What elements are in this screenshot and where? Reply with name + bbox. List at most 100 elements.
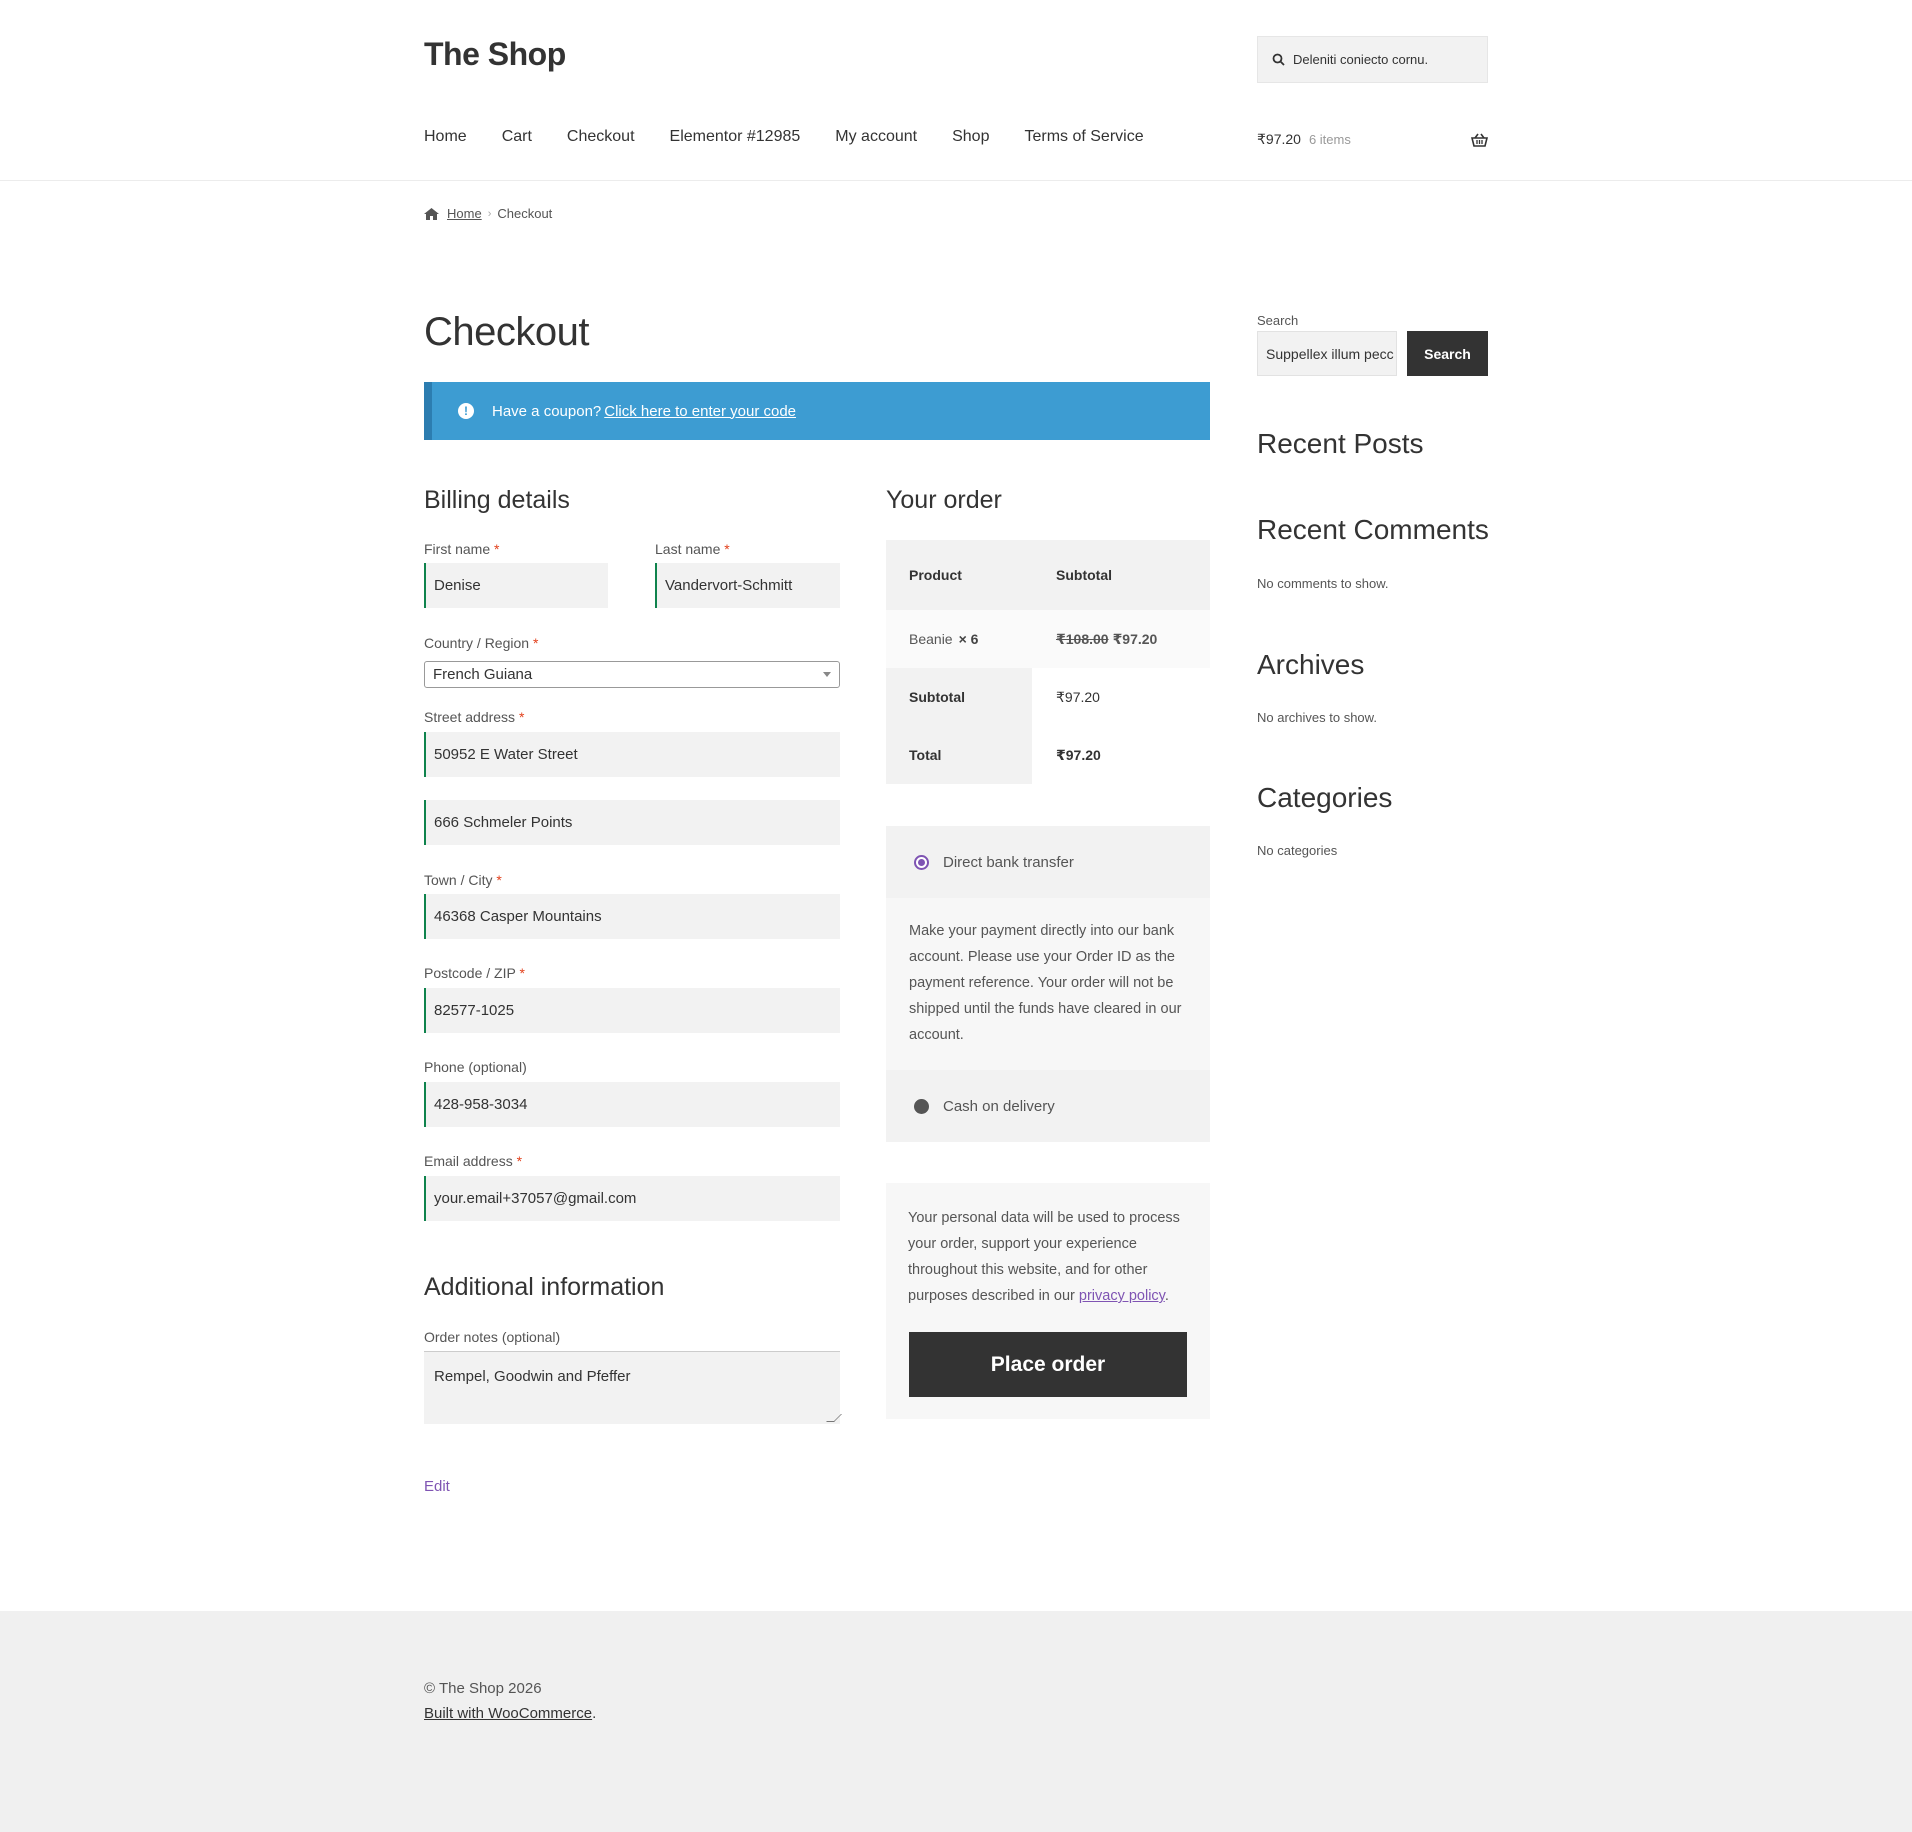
required-mark: * bbox=[518, 709, 525, 725]
your-order-title: Your order bbox=[886, 486, 1002, 514]
no-archives-text: No archives to show. bbox=[1257, 710, 1377, 725]
last-name-label-text: Last name bbox=[655, 541, 721, 557]
archives-title: Archives bbox=[1257, 649, 1365, 680]
required-mark: * bbox=[519, 965, 525, 981]
privacy-policy-link[interactable]: privacy policy bbox=[1079, 1288, 1165, 1304]
header-divider bbox=[0, 180, 1912, 181]
nav-elementor[interactable]: Elementor #12985 bbox=[670, 128, 801, 146]
required-mark: * bbox=[516, 1153, 523, 1169]
item-price: ₹97.20 bbox=[1112, 630, 1158, 647]
nav-terms[interactable]: Terms of Service bbox=[1024, 128, 1143, 146]
phone-value: 428-958-3034 bbox=[434, 1096, 528, 1113]
footer-built-end: . bbox=[592, 1705, 597, 1722]
last-name-value: Vandervort-Schmitt bbox=[665, 577, 793, 594]
nav-shop[interactable]: Shop bbox=[952, 128, 989, 146]
privacy-notice: Your personal data will be used to proce… bbox=[886, 1183, 1210, 1419]
country-label-text: Country / Region bbox=[424, 635, 530, 651]
privacy-end: . bbox=[1164, 1288, 1169, 1304]
recent-posts-title: Recent Posts bbox=[1257, 428, 1424, 459]
item-quantity: × 6 bbox=[958, 631, 979, 647]
country-select[interactable]: French Guiana bbox=[424, 661, 840, 688]
first-name-label-text: First name bbox=[424, 541, 491, 557]
categories-title: Categories bbox=[1257, 782, 1393, 813]
item-old-price: ₹108.00 bbox=[1056, 630, 1109, 647]
postcode-field[interactable]: 82577-1025 bbox=[424, 988, 840, 1033]
total-value: ₹97.20 bbox=[1032, 726, 1210, 784]
nav-my-account[interactable]: My account bbox=[835, 128, 917, 146]
postcode-value: 82577-1025 bbox=[434, 1002, 515, 1019]
postcode-label-text: Postcode / ZIP bbox=[424, 965, 516, 981]
order-notes-textarea[interactable]: Rempel, Goodwin and Pfeffer bbox=[424, 1351, 842, 1424]
info-icon: ! bbox=[458, 403, 474, 419]
no-categories-text: No categories bbox=[1257, 843, 1338, 858]
order-review-table: Product Subtotal Beanie × 6 ₹108.00 ₹97.20… bbox=[886, 540, 1210, 784]
street-label: Street address * bbox=[424, 709, 524, 725]
city-label: Town / City * bbox=[424, 872, 502, 888]
country-value: French Guiana bbox=[433, 666, 533, 683]
edit-link[interactable]: Edit bbox=[424, 1478, 450, 1495]
footer-copyright: © The Shop 2026 bbox=[424, 1680, 542, 1697]
subtotal-label: Subtotal bbox=[886, 668, 1032, 726]
city-field[interactable]: 46368 Casper Mountains bbox=[424, 894, 840, 939]
recent-comments-title: Recent Comments bbox=[1257, 514, 1489, 545]
sidebar-search-label: Search bbox=[1257, 313, 1299, 328]
page-title: Checkout bbox=[424, 310, 589, 354]
resize-handle-icon[interactable] bbox=[826, 1414, 842, 1422]
sidebar-search-button[interactable]: Search bbox=[1407, 331, 1488, 376]
billing-title: Billing details bbox=[424, 486, 570, 514]
payment-methods: Direct bank transfer Make your payment d… bbox=[886, 826, 1210, 1142]
cart-total: ₹97.20 bbox=[1257, 131, 1301, 147]
woocommerce-link[interactable]: Built with WooCommerce bbox=[424, 1705, 592, 1722]
country-label: Country / Region * bbox=[424, 635, 538, 651]
postcode-label: Postcode / ZIP * bbox=[424, 965, 525, 981]
order-item-price: ₹108.00 ₹97.20 bbox=[1032, 610, 1210, 668]
no-comments-text: No comments to show. bbox=[1257, 576, 1389, 591]
city-label-text: Town / City bbox=[424, 872, 493, 888]
additional-info-title: Additional information bbox=[424, 1273, 665, 1301]
breadcrumb-home-link[interactable]: Home bbox=[447, 206, 482, 221]
phone-field[interactable]: 428-958-3034 bbox=[424, 1082, 840, 1127]
cod-radio[interactable] bbox=[914, 1098, 929, 1114]
street-address-1-field[interactable]: 50952 E Water Street bbox=[424, 732, 840, 777]
first-name-field[interactable]: Denise bbox=[424, 563, 608, 608]
email-label: Email address * bbox=[424, 1153, 522, 1169]
order-notes-label: Order notes (optional) bbox=[424, 1329, 561, 1345]
required-mark: * bbox=[494, 541, 500, 557]
basket-icon bbox=[1471, 133, 1488, 147]
coupon-notice: ! Have a coupon? Click here to enter you… bbox=[424, 382, 1210, 440]
breadcrumb-separator: › bbox=[487, 207, 492, 220]
site-title[interactable]: The Shop bbox=[424, 36, 566, 73]
chevron-down-icon bbox=[823, 672, 831, 677]
subtotal-value: ₹97.20 bbox=[1032, 668, 1210, 726]
sidebar-search-value: Suppellex illum pecc bbox=[1266, 345, 1394, 362]
bank-description: Make your payment directly into our bank… bbox=[886, 898, 1210, 1070]
last-name-label: Last name * bbox=[655, 541, 730, 557]
total-row: Total ₹97.20 bbox=[886, 726, 1210, 784]
nav-cart[interactable]: Cart bbox=[502, 128, 532, 146]
nav-home[interactable]: Home bbox=[424, 128, 467, 146]
last-name-field[interactable]: Vandervort-Schmitt bbox=[655, 563, 840, 608]
payment-option-bank[interactable]: Direct bank transfer bbox=[886, 826, 1210, 898]
email-field[interactable]: your.email+37057@gmail.com bbox=[424, 1176, 840, 1221]
header-search-input[interactable]: Deleniti coniecto cornu. bbox=[1257, 36, 1488, 83]
email-value: your.email+37057@gmail.com bbox=[434, 1190, 637, 1207]
sidebar-search-input[interactable]: Suppellex illum pecc bbox=[1257, 331, 1397, 376]
subtotal-row: Subtotal ₹97.20 bbox=[886, 668, 1210, 726]
search-icon bbox=[1272, 53, 1285, 66]
email-label-text: Email address bbox=[424, 1153, 513, 1169]
city-value: 46368 Casper Mountains bbox=[434, 908, 602, 925]
header-search-placeholder: Deleniti coniecto cornu. bbox=[1293, 52, 1429, 67]
required-mark: * bbox=[496, 872, 502, 888]
coupon-link[interactable]: Click here to enter your code bbox=[604, 403, 796, 420]
payment-option-cod[interactable]: Cash on delivery bbox=[886, 1070, 1210, 1142]
breadcrumb: Home › Checkout bbox=[424, 206, 552, 221]
bank-radio[interactable] bbox=[914, 854, 929, 870]
cart-count: 6 items bbox=[1308, 132, 1351, 147]
street-address-2-field[interactable]: 666 Schmeler Points bbox=[424, 800, 840, 845]
header-cart[interactable]: ₹97.20 6 items bbox=[1257, 131, 1488, 148]
street-address-1-value: 50952 E Water Street bbox=[434, 746, 578, 763]
place-order-button[interactable]: Place order bbox=[909, 1332, 1187, 1397]
primary-nav: Home Cart Checkout Elementor #12985 My a… bbox=[424, 128, 1179, 146]
nav-checkout[interactable]: Checkout bbox=[567, 128, 635, 146]
bank-label: Direct bank transfer bbox=[943, 853, 1074, 871]
